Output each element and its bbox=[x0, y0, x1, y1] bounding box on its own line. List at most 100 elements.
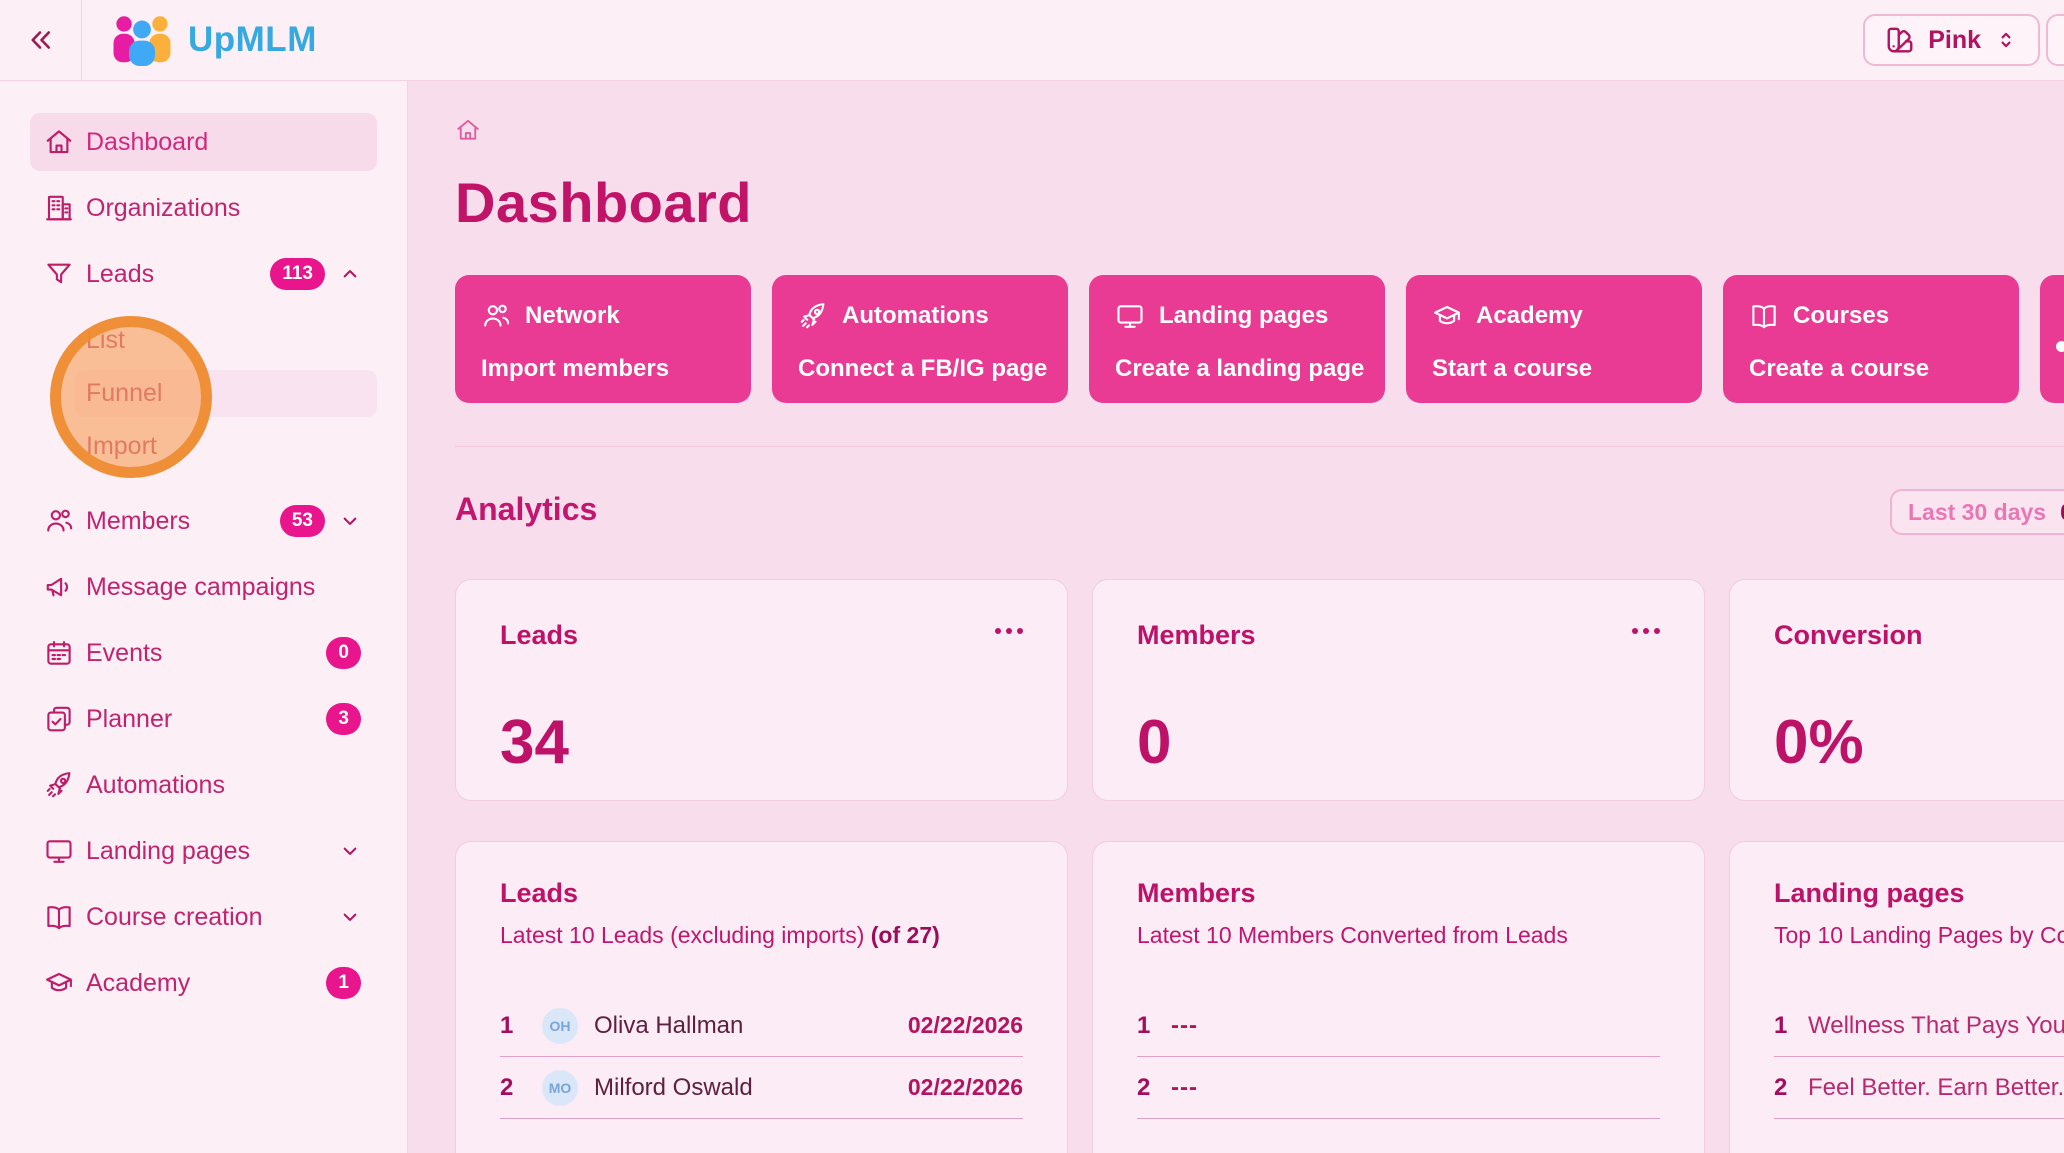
sidebar-item-leads[interactable]: Leads 113 bbox=[30, 245, 377, 303]
stat-card-title: Members bbox=[1137, 620, 1256, 651]
avatar: MO bbox=[542, 1070, 578, 1106]
action-card-title: Landing pages bbox=[1159, 302, 1328, 330]
action-card-subtitle: Connect a FB/IG page bbox=[798, 355, 1042, 383]
sidebar-item-landing-pages[interactable]: Landing pages bbox=[30, 822, 377, 880]
partial-card-icon bbox=[2056, 341, 2064, 352]
action-card-title: Academy bbox=[1476, 302, 1583, 330]
sidebar-item-message-campaigns[interactable]: Message campaigns bbox=[30, 558, 377, 616]
sidebar-item-label: Landing pages bbox=[86, 837, 250, 866]
action-card-partial[interactable] bbox=[2040, 275, 2064, 403]
action-card-subtitle: Import members bbox=[481, 355, 725, 383]
lead-name: Oliva Hallman bbox=[594, 1012, 743, 1040]
row-number: 2 bbox=[1774, 1074, 1808, 1102]
date-range-value: 01/2 bbox=[2060, 499, 2064, 526]
list-card-title: Leads bbox=[500, 878, 1023, 909]
list-card-title: Members bbox=[1137, 878, 1660, 909]
sidebar-collapse-button[interactable] bbox=[0, 0, 82, 80]
row-number: 2 bbox=[1137, 1074, 1171, 1102]
subitem-label: Funnel bbox=[86, 379, 162, 408]
main-content: Dashboard Network Import members Automat… bbox=[409, 81, 2064, 1153]
theme-selector[interactable]: Pink bbox=[1863, 14, 2040, 66]
sidebar-item-course-creation[interactable]: Course creation bbox=[30, 888, 377, 946]
stat-card-value: 0 bbox=[1137, 707, 1660, 778]
landing-page-name: Feel Better. Earn Better. bbox=[1808, 1074, 2064, 1102]
action-card-academy[interactable]: Academy Start a course bbox=[1406, 275, 1702, 403]
leads-count-badge: 113 bbox=[270, 258, 325, 290]
sidebar-item-organizations[interactable]: Organizations bbox=[30, 179, 377, 237]
sidebar-item-label: Automations bbox=[86, 771, 225, 800]
list-card-subtitle: Latest 10 Members Converted from Leads bbox=[1137, 922, 1660, 949]
sidebar-item-label: Organizations bbox=[86, 194, 240, 223]
subtitle-count: (of 27) bbox=[871, 922, 940, 948]
planner-count-badge: 3 bbox=[326, 703, 361, 735]
sidebar-nav: Dashboard Organizations Leads 113 List F… bbox=[0, 81, 408, 1153]
sidebar-item-members[interactable]: Members 53 bbox=[30, 492, 377, 550]
page-title: Dashboard bbox=[455, 170, 2064, 235]
stat-card-value: 0% bbox=[1774, 707, 2064, 778]
action-card-subtitle: Start a course bbox=[1432, 355, 1676, 383]
upmlm-logo-icon bbox=[110, 14, 174, 66]
list-card-landing-pages: Landing pages Top 10 Landing Pages by Co… bbox=[1729, 841, 2064, 1153]
header-partial-button[interactable] bbox=[2046, 14, 2064, 66]
stat-card-value: 34 bbox=[500, 707, 1023, 778]
landing-page-row[interactable]: 1 Wellness That Pays You Back bbox=[1774, 995, 2064, 1057]
more-menu-icon[interactable] bbox=[1632, 620, 1660, 634]
stat-card-conversion: Conversion 0% bbox=[1729, 579, 2064, 801]
analytics-list-cards: Leads Latest 10 Leads (excluding imports… bbox=[455, 841, 2064, 1153]
monitor-icon bbox=[1115, 301, 1145, 331]
lead-row[interactable]: 1 OH Oliva Hallman 02/22/2026 bbox=[500, 995, 1023, 1057]
theme-selector-value: Pink bbox=[1928, 26, 1981, 55]
sidebar-item-label: Academy bbox=[86, 969, 190, 998]
list-card-subtitle: Latest 10 Leads (excluding imports) (of … bbox=[500, 922, 1023, 949]
sidebar-item-automations[interactable]: Automations bbox=[30, 756, 377, 814]
planner-icon bbox=[44, 704, 74, 734]
stat-card-title: Leads bbox=[500, 620, 578, 651]
app-logo[interactable]: UpMLM bbox=[110, 14, 317, 66]
row-number: 1 bbox=[500, 1012, 534, 1040]
subtitle-text: Top 10 Landing Pages by Convers bbox=[1774, 922, 2064, 948]
section-divider bbox=[455, 446, 2064, 447]
lead-row[interactable]: 2 MO Milford Oswald 02/22/2026 bbox=[500, 1057, 1023, 1119]
action-card-title: Courses bbox=[1793, 302, 1889, 330]
analytics-stat-cards: Leads 34 Members 0 Conversion 0% bbox=[455, 579, 2064, 801]
action-card-title: Automations bbox=[842, 302, 989, 330]
sidebar-item-planner[interactable]: Planner 3 bbox=[30, 690, 377, 748]
breadcrumb-home-icon[interactable] bbox=[455, 117, 481, 143]
app-title: UpMLM bbox=[188, 20, 317, 60]
academy-count-badge: 1 bbox=[326, 967, 361, 999]
action-card-subtitle: Create a landing page bbox=[1115, 355, 1359, 383]
action-card-courses[interactable]: Courses Create a course bbox=[1723, 275, 2019, 403]
rocket-icon bbox=[798, 301, 828, 331]
analytics-heading: Analytics bbox=[455, 491, 597, 527]
action-card-landing-pages[interactable]: Landing pages Create a landing page bbox=[1089, 275, 1385, 403]
swatch-book-icon bbox=[1885, 25, 1915, 55]
sidebar-subitem-list[interactable]: List bbox=[75, 317, 377, 364]
sidebar-item-academy[interactable]: Academy 1 bbox=[30, 954, 377, 1012]
sidebar-item-label: Members bbox=[86, 507, 190, 536]
date-range-picker[interactable]: Last 30 days 01/2 bbox=[1890, 489, 2064, 535]
book-icon bbox=[44, 902, 74, 932]
sidebar-item-label: Dashboard bbox=[86, 128, 208, 157]
subtitle-text: Latest 10 Members Converted from Leads bbox=[1137, 922, 1568, 948]
sidebar-subitem-import[interactable]: Import bbox=[75, 423, 377, 470]
calendar-icon bbox=[44, 638, 74, 668]
sidebar-item-label: Course creation bbox=[86, 903, 262, 932]
sidebar-subitem-funnel[interactable]: Funnel bbox=[75, 370, 377, 417]
member-row[interactable]: 1 --- bbox=[1137, 995, 1660, 1057]
member-row[interactable]: 2 --- bbox=[1137, 1057, 1660, 1119]
landing-page-name: Wellness That Pays You Back bbox=[1808, 1012, 2064, 1040]
home-icon bbox=[44, 127, 74, 157]
sidebar-item-label: Events bbox=[86, 639, 162, 668]
sidebar-item-events[interactable]: Events 0 bbox=[30, 624, 377, 682]
avatar: OH bbox=[542, 1008, 578, 1044]
more-menu-icon[interactable] bbox=[995, 620, 1023, 634]
action-card-title: Network bbox=[525, 302, 620, 330]
sidebar-item-dashboard[interactable]: Dashboard bbox=[30, 113, 377, 171]
building-icon bbox=[44, 193, 74, 223]
action-card-subtitle: Create a course bbox=[1749, 355, 1993, 383]
action-card-network[interactable]: Network Import members bbox=[455, 275, 751, 403]
double-chevron-left-icon bbox=[26, 25, 56, 55]
action-card-automations[interactable]: Automations Connect a FB/IG page bbox=[772, 275, 1068, 403]
graduation-cap-icon bbox=[44, 968, 74, 998]
landing-page-row[interactable]: 2 Feel Better. Earn Better. bbox=[1774, 1057, 2064, 1119]
